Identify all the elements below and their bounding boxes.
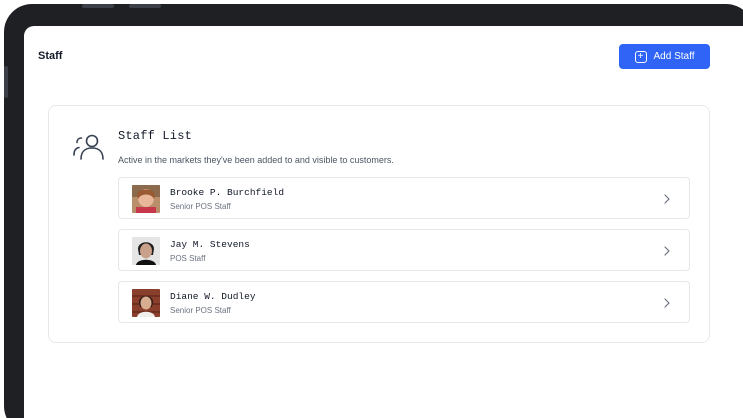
- tablet-frame: Staff + Add Staff Staff List Active in t…: [4, 4, 743, 418]
- avatar: [132, 185, 160, 213]
- hardware-button: [4, 66, 8, 98]
- staff-row[interactable]: Diane W. Dudley Senior POS Staff: [118, 281, 690, 323]
- users-icon: [73, 134, 104, 160]
- staff-name: Brooke P. Burchfield: [170, 187, 285, 198]
- staff-list-card: Staff List Active in the markets they've…: [48, 105, 710, 343]
- hardware-button: [129, 4, 161, 8]
- plus-square-icon: +: [634, 50, 647, 63]
- add-staff-label: Add Staff: [653, 51, 695, 62]
- chevron-right-icon: [664, 194, 670, 204]
- chevron-right-icon: [664, 246, 670, 256]
- staff-row[interactable]: Jay M. Stevens POS Staff: [118, 229, 690, 271]
- staff-role: POS Staff: [170, 254, 206, 263]
- staff-list-subtitle: Active in the markets they've been added…: [118, 155, 394, 165]
- staff-name: Diane W. Dudley: [170, 291, 256, 302]
- staff-name: Jay M. Stevens: [170, 239, 250, 250]
- staff-row[interactable]: Brooke P. Burchfield Senior POS Staff: [118, 177, 690, 219]
- chevron-right-icon: [664, 298, 670, 308]
- staff-list-title: Staff List: [118, 129, 193, 143]
- staff-role: Senior POS Staff: [170, 306, 231, 315]
- add-staff-button[interactable]: + Add Staff: [619, 44, 710, 69]
- avatar: [132, 237, 160, 265]
- screen: Staff + Add Staff Staff List Active in t…: [24, 26, 743, 418]
- avatar: [132, 289, 160, 317]
- staff-role: Senior POS Staff: [170, 202, 231, 211]
- hardware-button: [82, 4, 114, 8]
- page-title: Staff: [38, 50, 63, 62]
